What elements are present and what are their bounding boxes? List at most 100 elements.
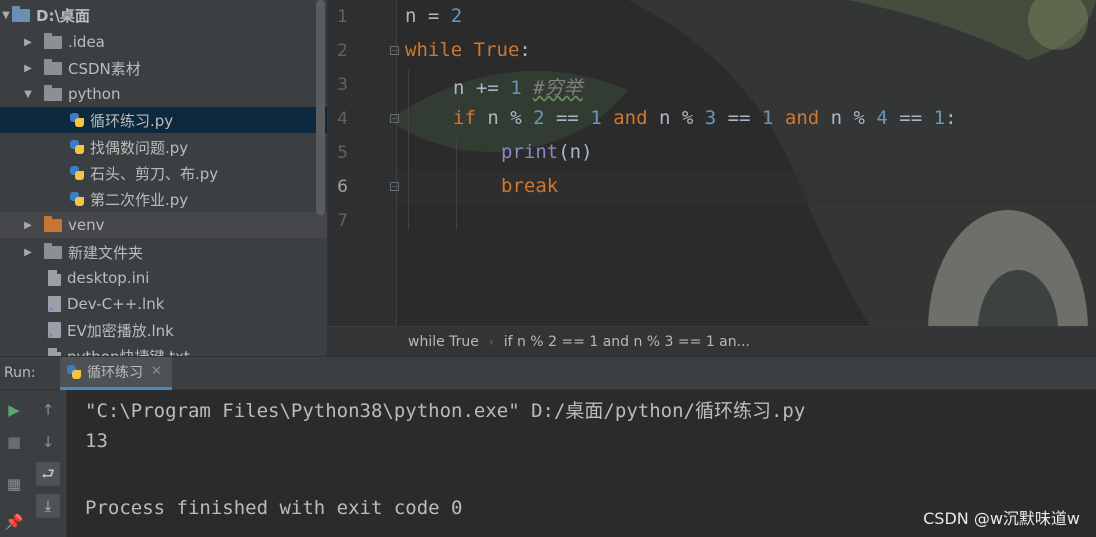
code-token: 3 (704, 107, 717, 129)
code-line-6[interactable]: break (501, 175, 558, 197)
tree-item-ev[interactable]: EV加密播放.lnk (0, 317, 327, 343)
breadcrumb-item[interactable]: if n % 2 == 1 and n % 3 == 1 an... (494, 334, 760, 350)
shortcut-icon (46, 322, 61, 342)
tree-item-desktop-ini[interactable]: desktop.ini (0, 265, 327, 291)
tree-scrollbar[interactable] (316, 0, 325, 215)
tree-item-label: 循环练习.py (90, 111, 174, 130)
tree-item-csdn[interactable]: ▶ CSDN素材 (0, 55, 327, 81)
code-line-4[interactable]: if n % 2 == 1 and n % 3 == 1 and n % 4 =… (453, 107, 957, 129)
python-file-icon (69, 165, 85, 181)
tree-item-loop-py[interactable]: 循环练习.py (0, 107, 327, 133)
fold-marker-icon[interactable]: − (390, 114, 399, 123)
run-console[interactable]: ▶ ↑ ■ ↓ ⮐ ▦ ⤓ 📌 "C:\Program Files\Python… (0, 390, 1096, 537)
tree-item-even-py[interactable]: 找偶数问题.py (0, 134, 327, 160)
code-token: 2 (450, 5, 463, 27)
console-output-line: "C:\Program Files\Python38\python.exe" D… (85, 400, 806, 422)
code-token: == (544, 107, 591, 129)
pin-icon[interactable]: 📌 (2, 510, 26, 534)
folder-icon (12, 5, 30, 22)
chevron-right-icon[interactable]: ▶ (22, 247, 34, 258)
tree-item-rps-py[interactable]: 石头、剪刀、布.py (0, 160, 327, 186)
code-token: and (784, 107, 820, 129)
code-token: break (501, 175, 559, 197)
tree-item-shortcut-txt[interactable]: python快捷键.txt (0, 343, 327, 357)
code-token: == (716, 107, 762, 129)
stop-icon[interactable]: ■ (2, 430, 26, 454)
code-token: 1 (590, 107, 602, 129)
chevron-right-icon[interactable]: ▶ (22, 220, 34, 231)
tree-item-label: venv (68, 216, 105, 234)
run-toolbar: Run: 循环练习 ✕ (0, 356, 1096, 390)
code-token: : (519, 39, 531, 61)
console-output-line: Process finished with exit code 0 (85, 497, 463, 519)
code-token: : (945, 107, 957, 129)
folder-icon (44, 242, 62, 259)
code-editor[interactable]: 1 2 3 4 5 6 7 − − − n = 2 while True: n … (328, 0, 1096, 356)
project-tree: ▼ D:\桌面 ▶ .idea ▶ CSDN素材 ▼ python 循环练习.p… (0, 0, 328, 356)
watermark: CSDN @w沉默味道w (923, 509, 1080, 528)
tree-item-label: 石头、剪刀、布.py (90, 164, 219, 183)
code-token: 2 (533, 107, 545, 129)
folder-icon (44, 84, 62, 101)
python-file-icon (69, 191, 85, 207)
run-tab[interactable]: 循环练习 ✕ (60, 356, 172, 390)
tree-item-python[interactable]: ▼ python (0, 81, 327, 107)
tree-root-label: D:\桌面 (36, 6, 90, 25)
tree-item-label: python (68, 85, 121, 103)
breadcrumb-item[interactable]: while True (328, 334, 489, 350)
tree-root[interactable]: ▼ D:\桌面 (0, 2, 327, 28)
code-token: n += (453, 77, 511, 99)
code-token: while (405, 39, 463, 61)
tree-item-idea[interactable]: ▶ .idea (0, 29, 327, 55)
tree-item-homework-py[interactable]: 第二次作业.py (0, 186, 327, 212)
layout-icon[interactable]: ▦ (2, 472, 26, 496)
folder-icon (44, 215, 62, 232)
indent-guide (456, 138, 457, 230)
code-token: == (887, 107, 934, 129)
code-token: n % (819, 107, 877, 129)
tree-item-label: python快捷键.txt (67, 346, 190, 357)
python-file-icon (69, 139, 85, 155)
line-number: 5 (337, 143, 348, 163)
code-token: n = (405, 5, 451, 27)
soft-wrap-icon[interactable]: ⮐ (36, 462, 60, 486)
console-output-line: 13 (85, 430, 108, 452)
tree-item-label: 找偶数问题.py (90, 138, 189, 157)
folder-icon (44, 32, 62, 49)
arrow-up-icon[interactable]: ↑ (36, 398, 60, 422)
run-tool-column: ▶ ↑ ■ ↓ ⮐ ▦ ⤓ 📌 (0, 390, 67, 537)
chevron-down-icon[interactable]: ▼ (22, 89, 34, 100)
chevron-right-icon[interactable]: ▶ (22, 63, 34, 74)
arrow-down-icon[interactable]: ↓ (36, 430, 60, 454)
tree-item-venv[interactable]: ▶ venv (0, 212, 327, 238)
close-icon[interactable]: ✕ (151, 364, 162, 379)
fold-marker-icon[interactable]: − (390, 182, 399, 191)
line-number: 2 (337, 41, 348, 61)
breadcrumb: while True › if n % 2 == 1 and n % 3 == … (328, 326, 1096, 356)
run-label: Run: (4, 365, 36, 381)
code-line-1[interactable]: n = 2 (405, 5, 462, 27)
code-line-2[interactable]: while True: (405, 39, 531, 61)
line-number: 1 (337, 7, 348, 27)
line-number-gutter: 1 2 3 4 5 6 7 (328, 0, 397, 326)
fold-marker-icon[interactable]: − (390, 46, 399, 55)
line-number: 4 (337, 109, 348, 129)
code-token: True (473, 39, 520, 61)
code-token: 1 (510, 77, 522, 99)
chevron-right-icon[interactable]: ▶ (22, 37, 34, 48)
tree-item-label: desktop.ini (67, 269, 150, 287)
run-tab-label: 循环练习 (87, 364, 143, 381)
tree-item-label: Dev-C++.lnk (67, 295, 165, 313)
code-line-5[interactable]: print(n) (501, 141, 593, 163)
rerun-icon[interactable]: ▶ (2, 398, 26, 422)
tree-item-devcpp[interactable]: Dev-C++.lnk (0, 291, 327, 317)
code-token: if (453, 107, 476, 129)
python-file-icon (66, 364, 82, 380)
folder-icon (44, 58, 62, 75)
code-token: and (613, 107, 648, 129)
scroll-to-end-icon[interactable]: ⤓ (36, 494, 60, 518)
code-line-3[interactable]: n += 1 #穷举 (453, 73, 583, 100)
code-token: n % (475, 107, 534, 129)
tree-item-new-folder[interactable]: ▶ 新建文件夹 (0, 239, 327, 265)
chevron-down-icon[interactable]: ▼ (0, 10, 12, 21)
